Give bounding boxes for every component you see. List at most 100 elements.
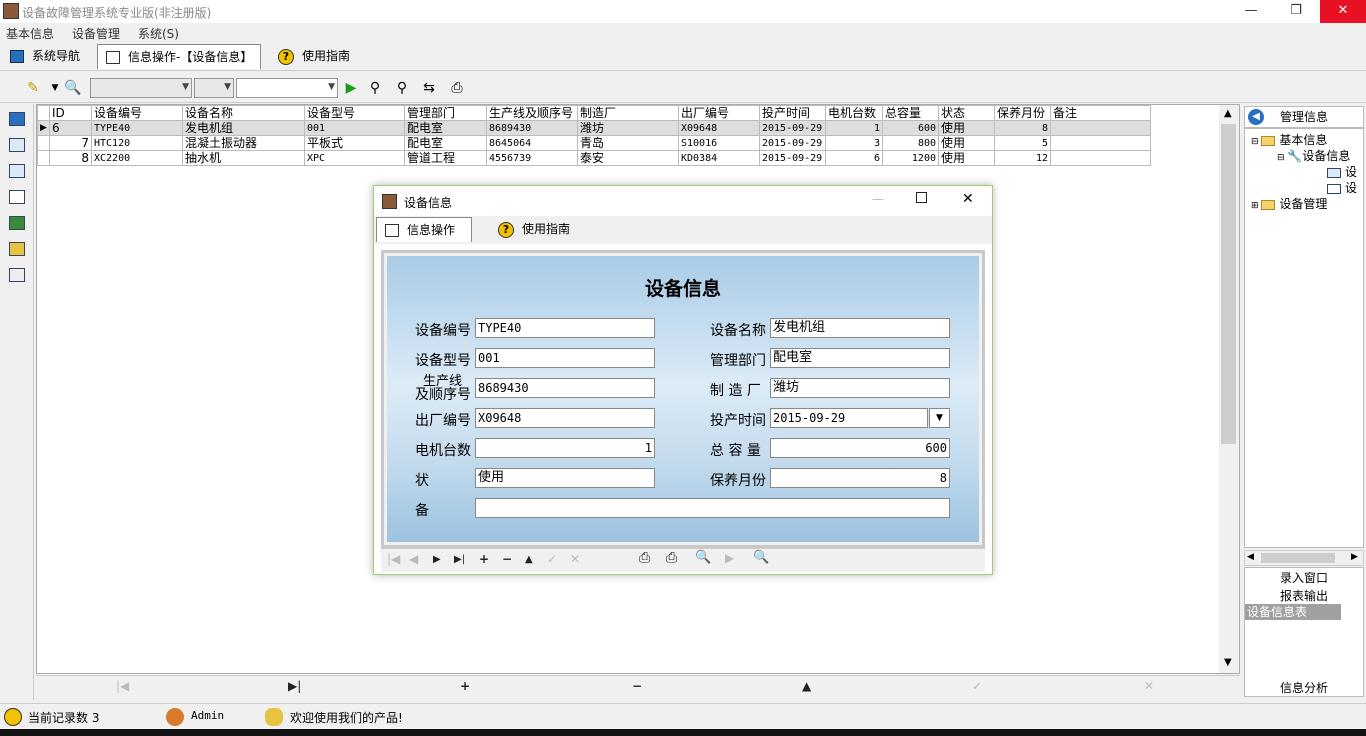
- table-cell[interactable]: X09648: [678, 120, 760, 136]
- scroll-left-icon[interactable]: ◀: [1247, 552, 1254, 562]
- table-cell[interactable]: 2015-09-29: [759, 150, 826, 166]
- column-header[interactable]: 电机台数: [825, 105, 883, 121]
- value-select[interactable]: ▼: [236, 78, 338, 98]
- table-cell[interactable]: 抽水机: [182, 150, 305, 166]
- column-header[interactable]: 投产时间: [759, 105, 826, 121]
- dialog-minimize-button[interactable]: —: [872, 192, 884, 206]
- table-cell[interactable]: 4556739: [486, 150, 578, 166]
- nav-insert-icon[interactable]: +: [460, 679, 470, 693]
- table-cell[interactable]: 青岛: [577, 135, 679, 151]
- table-cell[interactable]: 12: [994, 150, 1051, 166]
- table-cell[interactable]: [1050, 150, 1151, 166]
- table-cell[interactable]: 使用: [938, 135, 995, 151]
- nav-edit-icon[interactable]: ▲: [525, 554, 533, 565]
- table-cell[interactable]: 1: [825, 120, 883, 136]
- table-cell[interactable]: 发电机组: [182, 120, 305, 136]
- print-preview-icon[interactable]: 🔍: [695, 550, 711, 565]
- table-cell[interactable]: 2015-09-29: [759, 120, 826, 136]
- column-header[interactable]: 出厂编号: [678, 105, 760, 121]
- table-cell[interactable]: 混凝土振动器: [182, 135, 305, 151]
- list-item-report-output[interactable]: 报表输出: [1245, 588, 1363, 604]
- table-cell[interactable]: 7: [49, 135, 92, 151]
- dialog-tab-info-operation[interactable]: 信息操作: [376, 217, 472, 242]
- print-icon[interactable]: ⎙: [448, 79, 466, 97]
- edit-pencil-icon[interactable]: ✎: [24, 79, 42, 97]
- table-cell[interactable]: 8: [994, 120, 1051, 136]
- table-cell[interactable]: 6: [825, 150, 883, 166]
- network-icon[interactable]: [9, 138, 25, 152]
- note-field[interactable]: [475, 498, 950, 518]
- dialog-tab-user-guide[interactable]: ? 使用指南: [490, 217, 578, 242]
- minimize-button[interactable]: —: [1228, 0, 1274, 23]
- find-icon[interactable]: 🔍: [64, 79, 82, 97]
- column-header[interactable]: 状态: [938, 105, 995, 121]
- device-name-field[interactable]: 发电机组: [770, 318, 950, 338]
- document-icon[interactable]: [9, 190, 25, 204]
- nav-cancel-icon[interactable]: ✕: [1144, 679, 1154, 693]
- nav-cancel-icon[interactable]: ✕: [570, 552, 580, 566]
- scrollbar-thumb[interactable]: [1221, 124, 1236, 444]
- table-cell[interactable]: 3: [825, 135, 883, 151]
- dialog-maximize-button[interactable]: [916, 192, 927, 203]
- column-header[interactable]: 制造厂: [577, 105, 679, 121]
- table-cell[interactable]: 800: [882, 135, 939, 151]
- motor-count-field[interactable]: 1: [475, 438, 655, 458]
- close-button[interactable]: ✕: [1320, 0, 1366, 23]
- serial-number-field[interactable]: X09648: [475, 408, 655, 428]
- tree-node-basic-info[interactable]: ⊟ 基本信息: [1251, 131, 1327, 148]
- menu-basic-info[interactable]: 基本信息: [6, 25, 54, 42]
- form-icon[interactable]: [9, 164, 25, 178]
- table-cell[interactable]: 2015-09-29: [759, 135, 826, 151]
- dialog-close-button[interactable]: ✕: [962, 191, 974, 207]
- menu-system[interactable]: 系统(S): [138, 25, 179, 42]
- chart-icon[interactable]: [9, 216, 25, 230]
- management-info-header[interactable]: ◀ 管理信息: [1244, 106, 1364, 128]
- table-cell[interactable]: [1050, 135, 1151, 151]
- print-setup-icon[interactable]: ⎙: [666, 550, 677, 566]
- tab-info-operation[interactable]: 信息操作-【设备信息】: [97, 44, 262, 69]
- table-cell[interactable]: 8645064: [486, 135, 578, 151]
- department-field[interactable]: 配电室: [770, 348, 950, 368]
- list-icon[interactable]: [9, 268, 25, 282]
- column-header[interactable]: ID: [49, 105, 92, 121]
- column-header[interactable]: 设备编号: [91, 105, 183, 121]
- table-cell[interactable]: KD0384: [678, 150, 760, 166]
- table-cell[interactable]: 1200: [882, 150, 939, 166]
- table-cell[interactable]: XPC: [304, 150, 405, 166]
- nav-post-icon[interactable]: ✓: [547, 552, 557, 566]
- commission-date-field[interactable]: 2015-09-29: [770, 408, 928, 428]
- production-line-field[interactable]: 8689430: [475, 378, 655, 398]
- manufacturer-field[interactable]: 潍坊: [770, 378, 950, 398]
- menu-device-management[interactable]: 设备管理: [72, 25, 120, 42]
- nav-edit-icon[interactable]: ▲: [802, 679, 811, 693]
- tree-node-device-management[interactable]: ⊞ 设备管理: [1251, 195, 1327, 212]
- refresh-icon[interactable]: ⇆: [420, 79, 438, 97]
- field-select[interactable]: ▼: [90, 78, 192, 98]
- column-header[interactable]: 设备名称: [182, 105, 305, 121]
- scroll-down-icon[interactable]: ▼: [1224, 657, 1232, 668]
- nav-insert-icon[interactable]: +: [479, 552, 489, 566]
- back-icon[interactable]: ◀: [1248, 109, 1264, 125]
- scrollbar-thumb[interactable]: [1261, 553, 1335, 563]
- next-page-icon[interactable]: ▶: [725, 551, 734, 565]
- table-cell[interactable]: [1050, 120, 1151, 136]
- scroll-right-icon[interactable]: ▶: [1351, 552, 1358, 562]
- table-row[interactable]: 7 HTC120 混凝土振动器 平板式 配电室 8645064 青岛 S1001…: [37, 135, 1151, 151]
- nav-delete-icon[interactable]: −: [632, 679, 642, 693]
- list-item-info-analysis[interactable]: 信息分析: [1245, 680, 1363, 696]
- table-cell[interactable]: 001: [304, 120, 405, 136]
- table-cell[interactable]: S10016: [678, 135, 760, 151]
- operator-select[interactable]: ▼: [194, 78, 234, 98]
- nav-last-icon[interactable]: ▶|: [288, 679, 301, 693]
- device-model-field[interactable]: 001: [475, 348, 655, 368]
- table-cell[interactable]: 潍坊: [577, 120, 679, 136]
- table-row[interactable]: ▶ 6 TYPE40 发电机组 001 配电室 8689430 潍坊 X0964…: [37, 120, 1151, 136]
- table-cell[interactable]: 配电室: [404, 135, 487, 151]
- nav-post-icon[interactable]: ✓: [972, 679, 982, 693]
- monitor-icon[interactable]: [9, 112, 25, 126]
- table-cell[interactable]: 8: [49, 150, 92, 166]
- nav-delete-icon[interactable]: −: [502, 552, 512, 566]
- table-cell[interactable]: 8689430: [486, 120, 578, 136]
- search-people-alt-icon[interactable]: ⚲: [393, 79, 411, 97]
- nav-first-icon[interactable]: |◀: [387, 552, 400, 566]
